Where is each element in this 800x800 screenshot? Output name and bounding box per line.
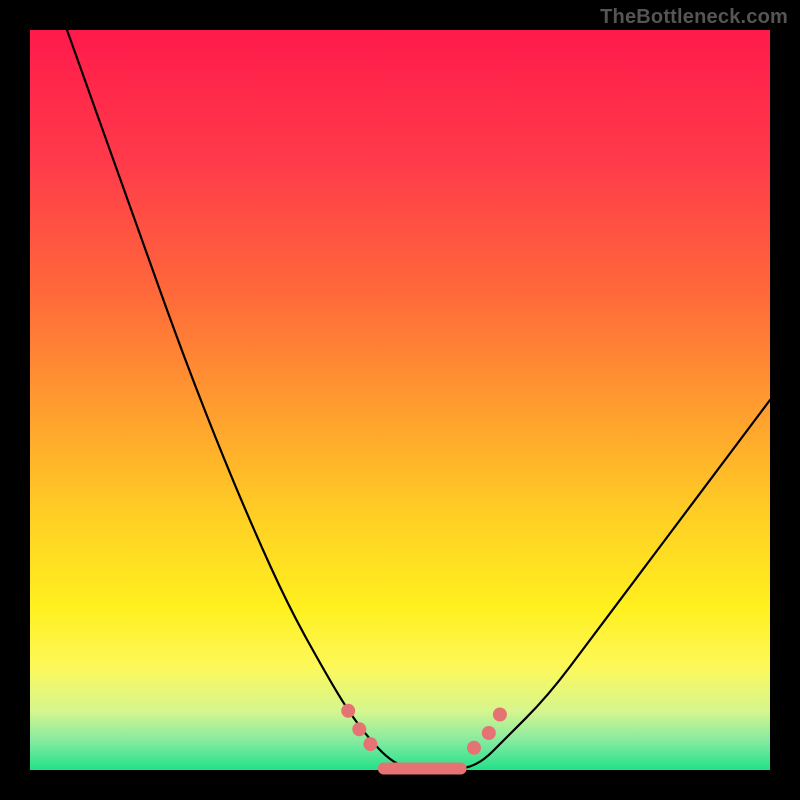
curve-marker-dot	[493, 708, 507, 722]
curve-marker-dot	[482, 726, 496, 740]
plot-area	[30, 30, 770, 770]
watermark-text: TheBottleneck.com	[600, 6, 788, 29]
curve-marker-dot	[341, 704, 355, 718]
bottleneck-curve	[67, 30, 770, 770]
bottom-band	[378, 763, 467, 775]
chart-frame: TheBottleneck.com	[0, 0, 800, 800]
bottom-band-rect	[378, 763, 467, 775]
curve-svg	[30, 30, 770, 770]
curve-marker-dot	[363, 737, 377, 751]
curve-markers	[341, 704, 507, 755]
curve-marker-dot	[467, 741, 481, 755]
curve-marker-dot	[352, 722, 366, 736]
